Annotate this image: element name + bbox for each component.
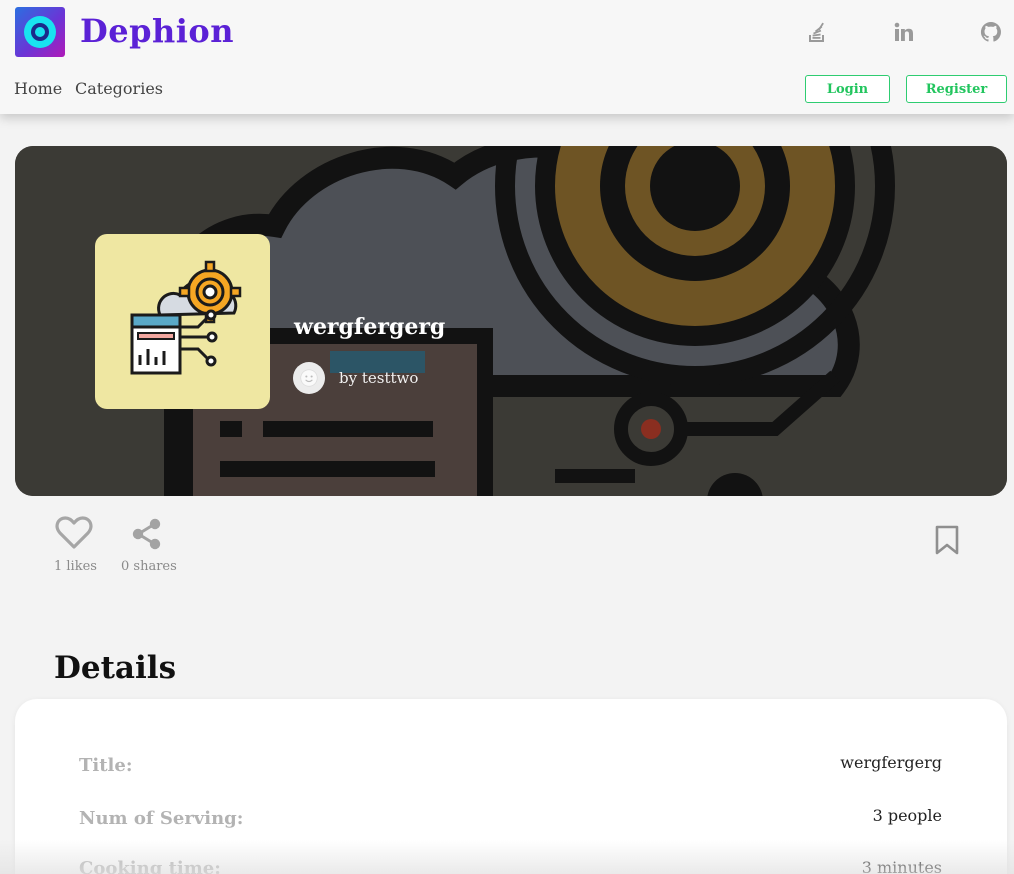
heart-icon[interactable] xyxy=(55,516,93,550)
details-card: Title: wergfergerg Num of Serving: 3 peo… xyxy=(15,699,1007,874)
hero-banner: wergfergerg by testtwo xyxy=(15,146,1007,496)
linkedin-icon[interactable] xyxy=(892,20,916,44)
nav-categories[interactable]: Categories xyxy=(75,79,163,98)
title-value: wergfergerg xyxy=(840,753,942,772)
details-heading: Details xyxy=(54,650,177,686)
top-header: Dephion Home Categories Login Register xyxy=(0,0,1014,114)
author-name[interactable]: by testtwo xyxy=(339,369,418,387)
servings-label: Num of Serving: xyxy=(79,808,244,829)
login-button[interactable]: Login xyxy=(805,75,890,103)
bookmark-icon[interactable] xyxy=(934,525,960,555)
nav-home[interactable]: Home xyxy=(14,79,62,98)
share-icon[interactable] xyxy=(132,518,162,550)
brand-name[interactable]: Dephion xyxy=(80,12,234,50)
recipe-title: wergfergerg xyxy=(294,314,446,340)
author-avatar[interactable] xyxy=(293,362,325,394)
stack-overflow-icon[interactable] xyxy=(805,20,829,44)
likes-count: 1 likes xyxy=(54,559,97,574)
register-button[interactable]: Register xyxy=(906,75,1007,103)
cloud-gear-document-icon xyxy=(95,234,270,409)
servings-value: 3 people xyxy=(872,806,942,825)
github-icon[interactable] xyxy=(979,20,1003,44)
target-logo-icon[interactable] xyxy=(15,7,65,57)
cooking-time-value: 3 minutes xyxy=(861,858,942,874)
cooking-time-label: Cooking time: xyxy=(79,858,221,874)
title-label: Title: xyxy=(79,755,133,776)
shares-count: 0 shares xyxy=(121,559,177,574)
